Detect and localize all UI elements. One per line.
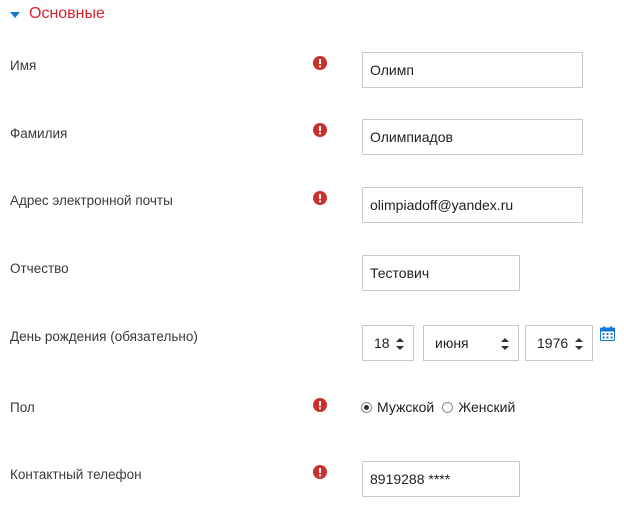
radio-checked-icon[interactable] — [361, 401, 372, 413]
middle-name-input[interactable] — [362, 255, 520, 291]
birth-year-select[interactable]: 1976 — [525, 325, 593, 361]
phone-input[interactable] — [362, 461, 520, 497]
select-arrows-icon — [501, 338, 509, 350]
birth-day-value: 18 — [374, 335, 390, 351]
calendar-icon[interactable] — [600, 326, 615, 341]
phone-label: Контактный телефон — [10, 467, 142, 482]
gender-label: Пол — [10, 400, 35, 415]
section-title: Основные — [29, 5, 105, 22]
select-arrows-icon — [575, 338, 583, 350]
select-arrows-icon — [396, 338, 404, 350]
caret-down-icon — [10, 11, 20, 18]
gender-option-male[interactable]: Мужской — [361, 399, 434, 415]
email-label: Адрес электронной почты — [10, 193, 173, 208]
birth-day-select[interactable]: 18 — [362, 325, 414, 361]
gender-radio-group: Мужской Женский — [361, 397, 523, 417]
email-input[interactable] — [362, 187, 583, 223]
last-name-label: Фамилия — [10, 126, 68, 141]
required-icon — [313, 191, 327, 205]
birthday-label: День рождения (обязательно) — [10, 329, 198, 344]
first-name-input[interactable] — [362, 52, 583, 88]
radio-unchecked-icon[interactable] — [442, 401, 454, 413]
gender-option-female[interactable]: Женский — [442, 399, 515, 415]
required-icon — [313, 398, 327, 412]
birth-year-value: 1976 — [537, 335, 569, 351]
section-toggle[interactable]: Основные — [10, 4, 105, 24]
gender-option-label: Мужской — [377, 399, 435, 415]
required-icon — [313, 465, 327, 479]
first-name-label: Имя — [10, 58, 37, 73]
gender-option-label: Женский — [458, 399, 516, 415]
birth-month-select[interactable]: июня — [423, 325, 519, 361]
required-icon — [313, 56, 327, 70]
middle-name-label: Отчество — [10, 261, 69, 276]
last-name-input[interactable] — [362, 119, 583, 155]
birth-month-value: июня — [435, 335, 469, 351]
required-icon — [313, 123, 327, 137]
